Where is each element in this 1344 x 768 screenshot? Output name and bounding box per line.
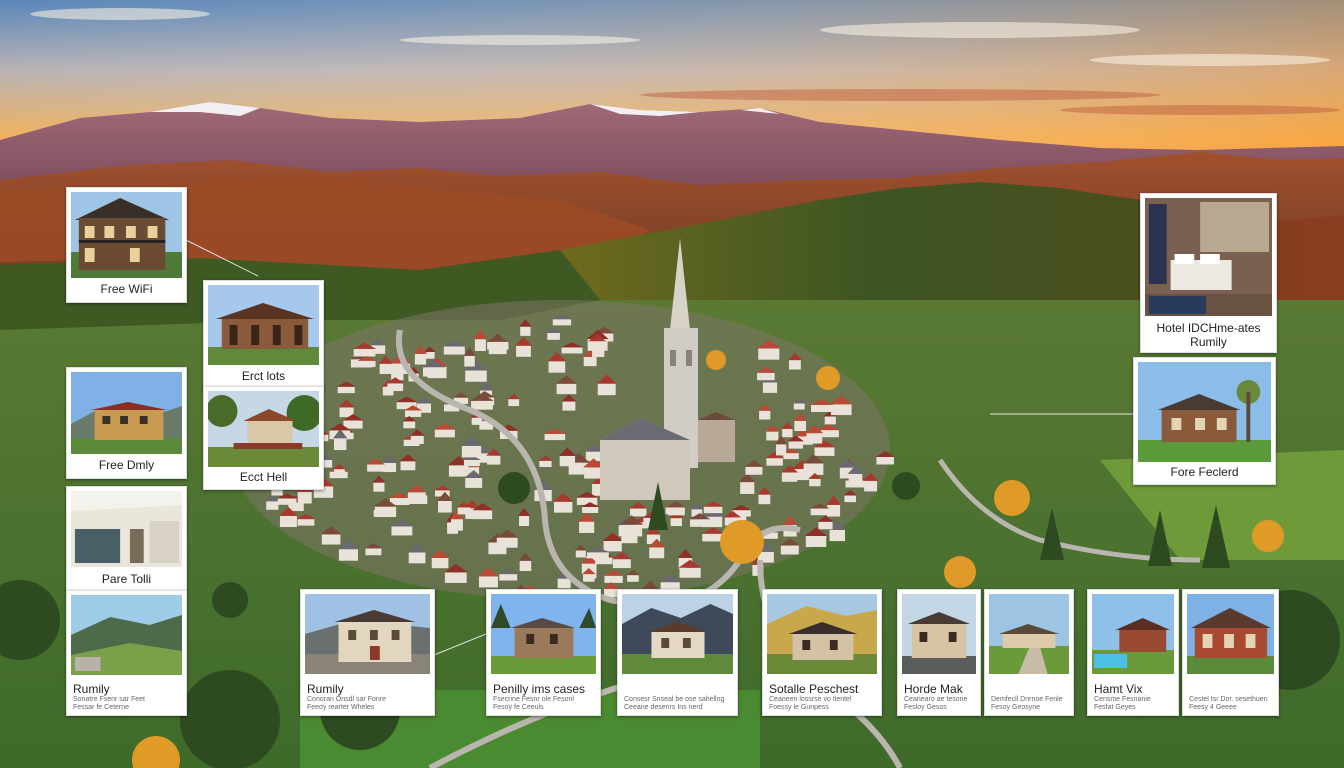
listing-card-sotalle[interactable]: Sotalle Peschest Ceaneen lossrse vo tlen… bbox=[762, 589, 882, 716]
card-caption: Ecct Hell bbox=[239, 471, 288, 484]
cottage-photo bbox=[208, 391, 319, 467]
listing-card-hamt-vix[interactable]: Hamt Vix Censme Fesnanie Fesfat Geyes bbox=[1087, 589, 1179, 716]
villa-photo bbox=[902, 594, 976, 674]
card-title: Horde Mak bbox=[904, 682, 963, 696]
card-title: Rumily bbox=[307, 682, 344, 696]
chalet-photo bbox=[71, 192, 182, 278]
card-caption-2: Rumily bbox=[1190, 336, 1227, 349]
house-photo bbox=[71, 372, 182, 454]
listing-card-free-wifi[interactable]: Free WiFi bbox=[66, 187, 187, 303]
card-description-2: Fesfat Geyes bbox=[1094, 704, 1136, 711]
listing-card-rumily-2[interactable]: Rumily Conoran Onsdl sar Fonre Feeoy rea… bbox=[300, 589, 435, 716]
valley-photo bbox=[71, 595, 182, 675]
inn-photo bbox=[491, 594, 596, 674]
listing-card-fore-feclerd[interactable]: Fore Feclerd bbox=[1133, 357, 1276, 485]
modern-house-photo bbox=[71, 491, 182, 567]
card-title: Rumily bbox=[73, 682, 110, 696]
card-description: Ceaneen lossrse vo tlentel bbox=[769, 696, 852, 703]
card-description-2: Fessar fe Ceterne bbox=[73, 704, 130, 711]
card-description-2: Feeoy rearter Wheles bbox=[307, 704, 375, 711]
card-description: Consesr Snseal be ose sahellng bbox=[624, 696, 725, 703]
card-description: Fsecrine Fesnr ole Fesonl bbox=[493, 696, 574, 703]
card-title: Hamt Vix bbox=[1094, 682, 1143, 696]
listing-card-rumily-1[interactable]: Rumily Sonatre Fsenr sar Feet Fessar fe … bbox=[66, 590, 187, 716]
card-caption: Fore Feclerd bbox=[1170, 466, 1239, 479]
lodge-photo bbox=[208, 285, 319, 365]
mountain-villa-photo bbox=[622, 594, 733, 674]
card-description: Demfecll Dnrnoe Fenle bbox=[991, 696, 1063, 703]
alpine-lodge-photo bbox=[767, 594, 877, 674]
cottage-garden-photo bbox=[1138, 362, 1271, 462]
listing-card-ect-hell[interactable]: Ecct Hell bbox=[203, 386, 324, 490]
card-description: Cestel tsr Dor. sesethuen bbox=[1189, 696, 1268, 703]
card-description-2: Fesloy Gesos bbox=[904, 704, 947, 711]
card-title: Sotalle Peschest bbox=[769, 682, 859, 696]
card-description-2: Fesoy fe Ceeuls bbox=[493, 704, 544, 711]
card-title: Penilly ims cases bbox=[493, 682, 586, 696]
pool-villa-photo bbox=[1092, 594, 1174, 674]
listing-card-mountain-villa[interactable]: Consesr Snseal be ose sahellng Ceeane de… bbox=[617, 589, 738, 716]
listing-card-garden-house[interactable]: Demfecll Dnrnoe Fenle Fesoy Geosyne bbox=[984, 589, 1074, 716]
card-description: Censme Fesnanie bbox=[1094, 696, 1151, 703]
listing-card-red-house[interactable]: Cestel tsr Dor. sesethuen Feesy 4 Geeee bbox=[1182, 589, 1279, 716]
card-caption: Erct lots bbox=[241, 370, 286, 383]
card-caption: Free Dmly bbox=[98, 459, 155, 472]
card-description: Ceanearo ae tesone bbox=[904, 696, 968, 703]
listing-card-penilly[interactable]: Penilly ims cases Fsecrine Fesnr ole Fes… bbox=[486, 589, 601, 716]
listing-card-horde-mak[interactable]: Horde Mak Ceanearo ae tesone Fesloy Geso… bbox=[897, 589, 981, 716]
card-description-2: Ceeane desenrs Ins nerd bbox=[624, 704, 703, 711]
garden-house-photo bbox=[989, 594, 1069, 674]
card-caption: Pare Tolli bbox=[101, 573, 152, 586]
listing-card-free-daily[interactable]: Free Dmly bbox=[66, 367, 187, 479]
card-description: Sonatre Fsenr sar Feet bbox=[73, 696, 145, 703]
hotel-room-photo bbox=[1145, 198, 1272, 316]
card-description-2: Foessy le Gunpess bbox=[769, 704, 829, 711]
red-house-photo bbox=[1187, 594, 1274, 674]
card-description: Conoran Onsdl sar Fonre bbox=[307, 696, 386, 703]
listing-card-pare-toll[interactable]: Pare Tolli bbox=[66, 486, 187, 592]
listing-card-hotel-family[interactable]: Hotel IDCHme-ates Rumily bbox=[1140, 193, 1277, 353]
card-description-2: Fesoy Geosyne bbox=[991, 704, 1041, 711]
card-caption: Free WiFi bbox=[100, 283, 153, 296]
card-caption: Hotel IDCHme-ates bbox=[1156, 322, 1261, 335]
card-description-2: Feesy 4 Geeee bbox=[1189, 704, 1237, 711]
listing-card-erct-lots[interactable]: Erct lots bbox=[203, 280, 324, 389]
manor-photo bbox=[305, 594, 430, 674]
